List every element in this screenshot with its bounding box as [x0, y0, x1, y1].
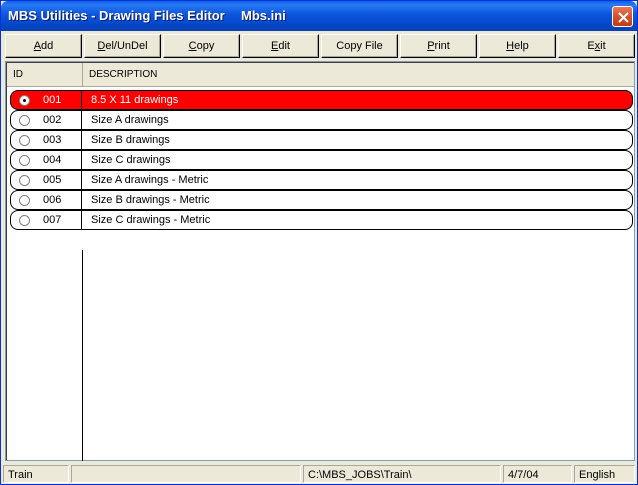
status-blank — [71, 465, 301, 483]
table-row[interactable]: 004 Size C drawings — [10, 150, 633, 170]
column-header-description[interactable]: DESCRIPTION — [83, 63, 634, 87]
row-description: Size B drawings - Metric — [91, 194, 210, 206]
table-row[interactable]: 005 Size A drawings - Metric — [10, 170, 633, 190]
window-file-name: Mbs.ini — [241, 8, 286, 23]
status-language: English — [574, 465, 635, 483]
table-row[interactable]: 002 Size A drawings — [10, 110, 633, 130]
row-description: Size A drawings — [91, 114, 169, 126]
row-description: Size A drawings - Metric — [91, 174, 209, 186]
close-icon — [618, 12, 629, 23]
add-button[interactable]: Add — [5, 34, 82, 58]
row-radio[interactable] — [19, 215, 30, 226]
row-id: 004 — [43, 154, 62, 166]
row-id: 005 — [43, 174, 62, 186]
row-separator — [81, 91, 82, 109]
table-row[interactable]: 003 Size B drawings — [10, 130, 633, 150]
copy-button[interactable]: Copy — [163, 34, 240, 58]
row-separator — [81, 211, 82, 229]
row-separator — [81, 151, 82, 169]
window-title: MBS Utilities - Drawing Files Editor — [8, 8, 225, 23]
row-separator — [81, 111, 82, 129]
grid-header: ID DESCRIPTION — [7, 63, 634, 87]
row-separator — [81, 171, 82, 189]
status-job: Train — [3, 465, 69, 483]
table-row[interactable]: 001 8.5 X 11 drawings — [10, 90, 633, 110]
row-id: 003 — [43, 134, 62, 146]
row-separator — [81, 191, 82, 209]
row-description: Size B drawings — [91, 134, 170, 146]
row-id: 001 — [43, 94, 62, 106]
row-radio[interactable] — [19, 195, 30, 206]
row-id: 006 — [43, 194, 62, 206]
status-path: C:\MBS_JOBS\Train\ — [303, 465, 501, 483]
close-button[interactable] — [612, 6, 633, 27]
status-date: 4/7/04 — [503, 465, 572, 483]
row-separator — [81, 131, 82, 149]
row-id: 002 — [43, 114, 62, 126]
title-bar[interactable]: MBS Utilities - Drawing Files Editor Mbs… — [1, 1, 637, 31]
help-button[interactable]: Help — [479, 34, 556, 58]
row-id: 007 — [43, 214, 62, 226]
table-row[interactable]: 006 Size B drawings - Metric — [10, 190, 633, 210]
exit-button[interactable]: Exit — [558, 34, 635, 58]
status-bar: Train C:\MBS_JOBS\Train\ 4/7/04 English — [1, 463, 637, 484]
id-column-divider — [82, 250, 83, 461]
print-button[interactable]: Print — [400, 34, 477, 58]
app-window: MBS Utilities - Drawing Files Editor Mbs… — [0, 0, 638, 485]
row-radio[interactable] — [19, 135, 30, 146]
column-header-id[interactable]: ID — [7, 63, 83, 87]
row-description: 8.5 X 11 drawings — [91, 94, 179, 106]
del-undel-button[interactable]: Del/UnDel — [84, 34, 161, 58]
row-radio[interactable] — [19, 155, 30, 166]
row-description: Size C drawings — [91, 154, 171, 166]
edit-button[interactable]: Edit — [242, 34, 319, 58]
copy-file-button[interactable]: Copy File — [321, 34, 398, 58]
toolbar: Add Del/UnDel Copy Edit Copy File Print … — [5, 32, 635, 59]
drawing-files-grid[interactable]: ID DESCRIPTION 001 8.5 X 11 drawings 002… — [5, 61, 635, 461]
row-radio[interactable] — [19, 115, 30, 126]
row-radio[interactable] — [19, 95, 30, 106]
row-description: Size C drawings - Metric — [91, 214, 211, 226]
row-radio[interactable] — [19, 175, 30, 186]
table-row[interactable]: 007 Size C drawings - Metric — [10, 210, 633, 230]
